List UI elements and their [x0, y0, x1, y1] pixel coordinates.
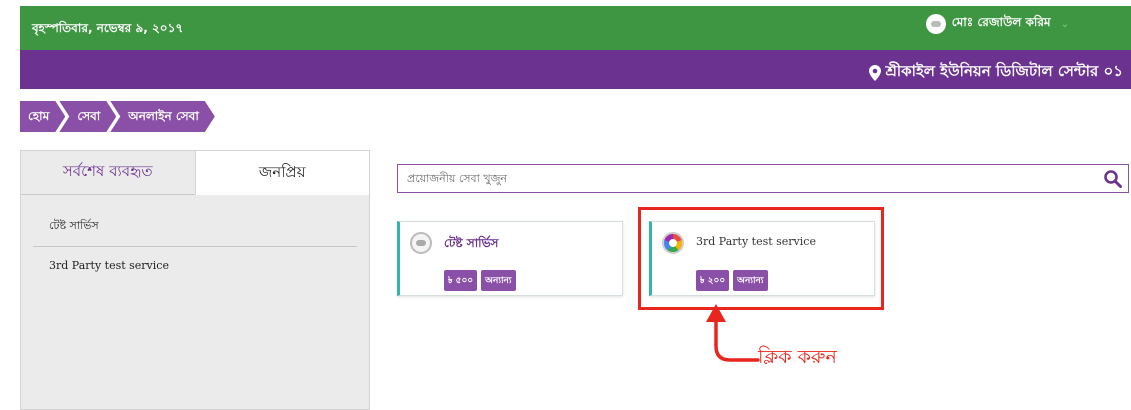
service-search [397, 164, 1129, 193]
center-info: শ্রীকাইল ইউনিয়ন ডিজিটাল সেন্টার ০১ [868, 60, 1123, 85]
price-badge: ৳ ৫০০ [444, 270, 478, 291]
sidebar-panel: সর্বশেষ ব্যবহৃত জনপ্রিয় টেষ্ট সার্ভিস 3… [20, 150, 370, 410]
breadcrumb-online-services[interactable]: অনলাইন সেবা [110, 101, 215, 132]
service-card[interactable]: টেষ্ট সার্ভিস ৳ ৫০০ অন্যান্য [397, 221, 623, 296]
breadcrumb-home[interactable]: হোম [20, 101, 65, 132]
breadcrumb: হোম সেবা অনলাইন সেবা [20, 101, 209, 132]
click-instruction: ক্লিক করুন [758, 346, 837, 368]
tab-popular[interactable]: জনপ্রিয় [194, 151, 369, 195]
service-badges: ৳ ৫০০ অন্যান্য [444, 270, 516, 291]
chevron-down-icon: ⌄ [1060, 18, 1069, 30]
current-date: বৃহস্পতিবার, নভেম্বর ৯, ২০১৭ [32, 21, 184, 35]
recent-services-list: টেষ্ট সার্ভিস 3rd Party test service [21, 195, 369, 282]
center-name: শ্রীকাইল ইউনিয়ন ডিজিটাল সেন্টার ০১ [885, 62, 1123, 80]
service-logo-icon [410, 232, 432, 254]
arrow-up-icon [706, 304, 760, 362]
map-pin-icon [868, 64, 881, 81]
top-bar: বৃহস্পতিবার, নভেম্বর ৯, ২০১৭ মোঃ রেজাউল … [20, 6, 1131, 50]
avatar [925, 14, 946, 34]
user-name: মোঃ রেজাউল করিম [951, 15, 1051, 29]
category-badge: অন্যান্য [481, 270, 516, 291]
highlight-box [638, 207, 884, 310]
breadcrumb-services[interactable]: সেবা [59, 101, 116, 132]
list-item[interactable]: 3rd Party test service [33, 247, 357, 282]
tab-recent[interactable]: সর্বশেষ ব্যবহৃত [21, 151, 195, 195]
center-bar: শ্রীকাইল ইউনিয়ন ডিজিটাল সেন্টার ০১ [20, 50, 1131, 89]
list-item[interactable]: টেষ্ট সার্ভিস [33, 213, 357, 247]
user-menu[interactable]: মোঃ রেজাউল করিম ⌄ [925, 14, 1069, 34]
service-name: টেষ্ট সার্ভিস [444, 236, 499, 250]
search-icon[interactable] [1103, 169, 1123, 189]
search-input[interactable] [398, 165, 1078, 192]
sidebar-tabs: সর্বশেষ ব্যবহৃত জনপ্রিয় [21, 151, 369, 195]
